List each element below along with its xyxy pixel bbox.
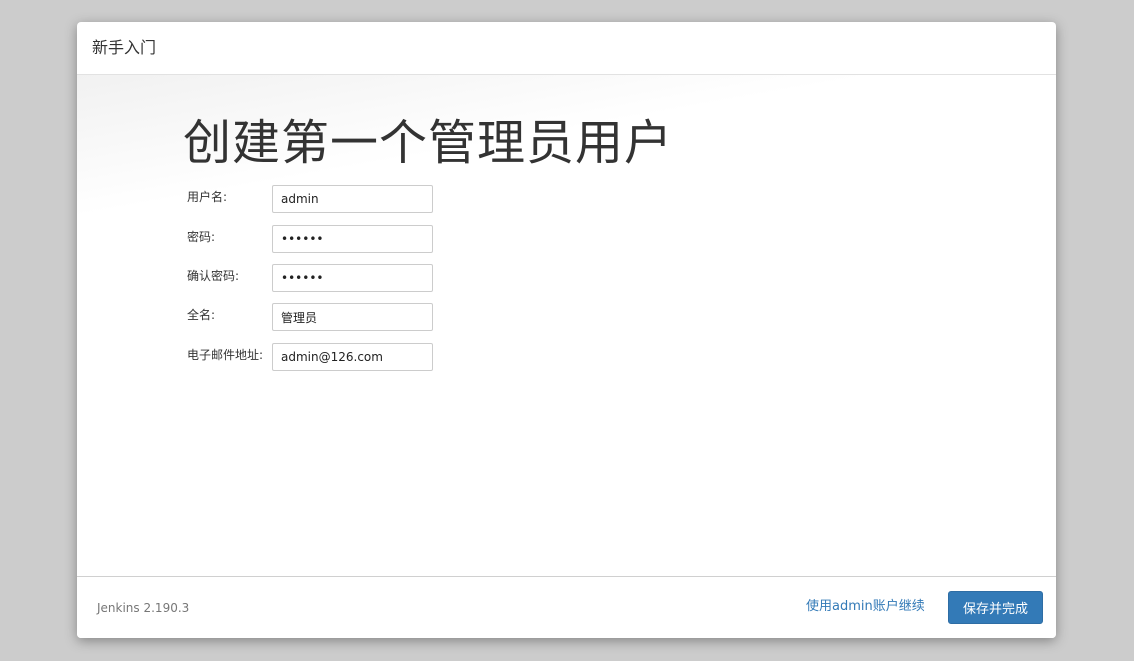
continue-as-admin-link[interactable]: 使用admin账户继续 (806, 599, 925, 615)
dialog-footer: Jenkins 2.190.3 使用admin账户继续 保存并完成 (77, 576, 1056, 638)
username-input[interactable] (272, 185, 433, 213)
dialog-body: 创建第一个管理员用户 用户名: 密码: 确认密码: 全名: 电子邮件地址: (77, 75, 1056, 576)
username-row: 用户名: (187, 185, 487, 215)
dialog-header: 新手入门 (77, 22, 1056, 75)
setup-wizard-dialog: 新手入门 创建第一个管理员用户 用户名: 密码: 确认密码: 全名: 电子邮件地… (77, 22, 1056, 638)
version-label: Jenkins 2.190.3 (97, 600, 189, 616)
full-name-label: 全名: (187, 307, 215, 323)
full-name-row: 全名: (187, 303, 487, 333)
password-input[interactable] (272, 225, 433, 253)
email-input[interactable] (272, 343, 433, 371)
save-and-finish-button[interactable]: 保存并完成 (948, 591, 1043, 624)
confirm-password-row: 确认密码: (187, 264, 487, 294)
email-row: 电子邮件地址: (187, 343, 487, 373)
dialog-title: 新手入门 (92, 38, 156, 58)
confirm-password-label: 确认密码: (187, 268, 239, 284)
username-label: 用户名: (187, 189, 227, 205)
full-name-input[interactable] (272, 303, 433, 331)
email-label: 电子邮件地址: (187, 347, 263, 363)
password-row: 密码: (187, 225, 487, 255)
confirm-password-input[interactable] (272, 264, 433, 292)
page-title: 创建第一个管理员用户 (183, 113, 673, 173)
password-label: 密码: (187, 229, 215, 245)
